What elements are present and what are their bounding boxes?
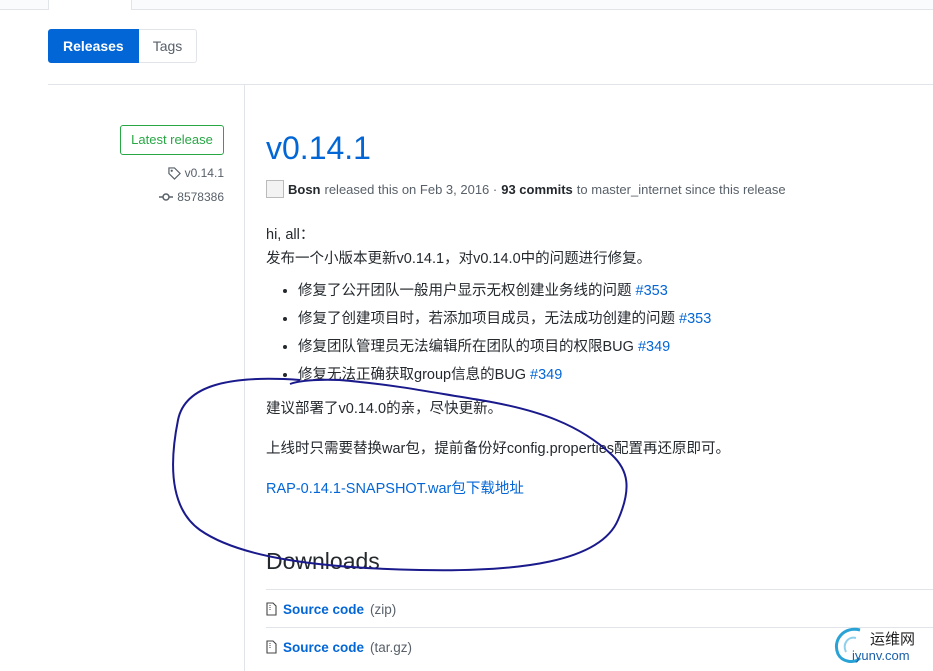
latest-release-badge: Latest release — [120, 125, 224, 155]
fix-list: 修复了公开团队一般用户显示无权创建业务线的问题 #353 修复了创建项目时，若添… — [266, 277, 926, 389]
release-notes: hi, all： 发布一个小版本更新v0.14.1，对v0.14.0中的问题进行… — [266, 223, 926, 501]
list-item: 修复了创建项目时，若添加项目成员，无法成功创建的问题 #353 — [298, 305, 926, 333]
commits-suffix: to master_internet since this release — [576, 181, 786, 197]
item-text: 修复无法正确获取group信息的BUG — [298, 367, 527, 383]
watermark-url: iyunv.com — [852, 648, 910, 663]
release-tag[interactable]: v0.14.1 — [167, 166, 224, 180]
file-zip-icon — [266, 640, 277, 654]
download-format: (zip) — [370, 601, 397, 617]
releases-tab[interactable]: Releases — [48, 29, 139, 63]
list-item: 修复了公开团队一般用户显示无权创建业务线的问题 #353 — [298, 277, 926, 305]
file-zip-icon — [266, 602, 277, 616]
tags-tab[interactable]: Tags — [138, 29, 198, 63]
timeline-line — [244, 84, 245, 671]
release-commit[interactable]: 8578386 — [159, 190, 224, 204]
list-item: 修复无法正确获取group信息的BUG #349 — [298, 361, 926, 389]
deploy-note: 上线时只需要替换war包，提前备份好config.properties配置再还原… — [266, 441, 731, 457]
download-format: (tar.gz) — [370, 639, 413, 655]
divider — [48, 84, 933, 85]
avatar[interactable] — [266, 180, 284, 198]
issue-link[interactable]: #353 — [636, 283, 668, 299]
watermark: 运维网 iyunv.com — [830, 622, 933, 668]
release-title[interactable]: v0.14.1 — [266, 130, 371, 167]
downloads-heading: Downloads — [266, 548, 380, 574]
issue-link[interactable]: #349 — [638, 339, 670, 355]
download-name[interactable]: Source code — [283, 640, 364, 655]
item-text: 修复了公开团队一般用户显示无权创建业务线的问题 — [298, 283, 632, 299]
watermark-cn: 运维网 — [870, 631, 916, 648]
intro: 发布一个小版本更新v0.14.1，对v0.14.0中的问题进行修复。 — [266, 251, 652, 267]
item-text: 修复了创建项目时，若添加项目成员，无法成功创建的问题 — [298, 311, 675, 327]
release-byline: Bosn released this on Feb 3, 2016 · 93 c… — [266, 180, 786, 198]
tag-icon — [167, 166, 181, 180]
top-tab-strip — [0, 0, 933, 10]
download-name[interactable]: Source code — [283, 602, 364, 617]
released-text: released this on Feb 3, 2016 · — [324, 181, 498, 197]
release-subnav: Releases Tags — [48, 29, 198, 63]
active-repo-tab[interactable] — [48, 0, 132, 10]
war-download-link[interactable]: RAP-0.14.1-SNAPSHOT.war包下载地址 — [266, 481, 524, 497]
issue-link[interactable]: #349 — [530, 367, 562, 383]
commits-link[interactable]: 93 commits — [501, 182, 573, 197]
item-text: 修复团队管理员无法编辑所在团队的项目的权限BUG — [298, 339, 634, 355]
commit-sha: 8578386 — [177, 190, 224, 204]
tag-label: v0.14.1 — [184, 166, 224, 180]
commit-icon — [159, 193, 174, 201]
author-link[interactable]: Bosn — [288, 182, 321, 197]
advice: 建议部署了v0.14.0的亲，尽快更新。 — [266, 401, 503, 417]
greeting: hi, all： — [266, 227, 315, 243]
issue-link[interactable]: #353 — [679, 311, 711, 327]
list-item: 修复团队管理员无法编辑所在团队的项目的权限BUG #349 — [298, 333, 926, 361]
